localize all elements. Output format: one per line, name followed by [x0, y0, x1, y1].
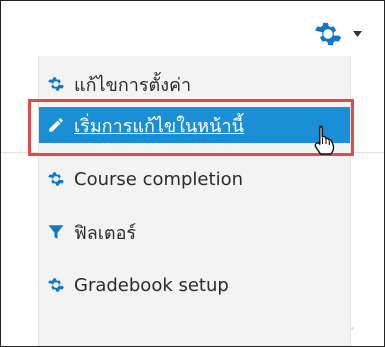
decorative-dot [351, 327, 354, 330]
menu-item-gradebook-setup[interactable]: Gradebook setup [39, 267, 350, 303]
pencil-icon [49, 118, 63, 132]
hand-pointer-icon [314, 125, 335, 155]
gear-icon [48, 77, 64, 91]
menu-item-label: แก้ไขการตั้งค่า [74, 74, 192, 96]
menu-item-label: ฟิลเตอร์ [74, 222, 137, 244]
menu-item-course-completion[interactable]: Course completion [39, 161, 350, 197]
gear-icon [48, 172, 64, 186]
filter-icon [48, 225, 64, 239]
menu-item-label: Gradebook setup [74, 274, 229, 296]
gear-icon [315, 22, 342, 46]
page-background [1, 1, 19, 131]
menu-item-edit-settings[interactable]: แก้ไขการตั้งค่า [39, 66, 350, 102]
menu-item-turn-editing-on[interactable]: เริ่มการแก้ไขในหน้านี้ [39, 107, 350, 143]
menu-item-filters[interactable]: ฟิลเตอร์ [39, 214, 350, 250]
screenshot-frame: แก้ไขการตั้งค่า เริ่มการแก้ไขในหน้านี้ C… [0, 0, 385, 347]
settings-menu-button[interactable] [313, 19, 362, 49]
settings-dropdown-menu: แก้ไขการตั้งค่า เริ่มการแก้ไขในหน้านี้ C… [38, 56, 351, 346]
gear-icon [48, 278, 64, 292]
menu-item-label: เริ่มการแก้ไขในหน้านี้ [74, 115, 244, 137]
chevron-down-icon [353, 31, 362, 37]
menu-item-label: Course completion [74, 168, 243, 190]
